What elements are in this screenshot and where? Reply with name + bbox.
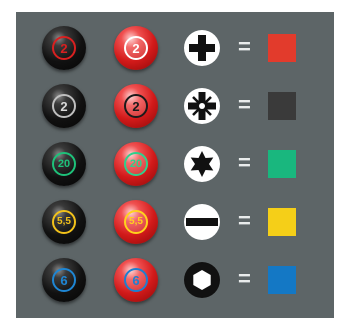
- color-swatch: [268, 92, 296, 120]
- torx-star-icon: [184, 146, 220, 182]
- size-badge: 6: [52, 268, 76, 292]
- size-badge: 2: [52, 94, 76, 118]
- phillips-cross-icon: [184, 30, 220, 66]
- equals-sign: =: [238, 34, 251, 59]
- legend-row: 6 6 =: [16, 256, 334, 306]
- hex-socket-icon: [184, 262, 220, 298]
- red-handle-cap: 6: [114, 258, 158, 302]
- equals-sign: =: [238, 150, 251, 175]
- color-swatch: [268, 266, 296, 294]
- red-handle-cap: 2: [114, 84, 158, 128]
- red-handle-cap: 20: [114, 142, 158, 186]
- pozidriv-star-icon: [184, 88, 220, 124]
- red-handle-cap: 5,5: [114, 200, 158, 244]
- black-handle-cap: 2: [42, 84, 86, 128]
- color-swatch: [268, 150, 296, 178]
- equals-sign: =: [238, 92, 251, 117]
- size-badge: 5,5: [124, 210, 148, 234]
- screwdriver-color-legend: 2 2 = 2 2 = 20 20 = 5,5 5,5 = 6 6 =: [16, 12, 334, 318]
- color-swatch: [268, 208, 296, 236]
- size-badge: 2: [124, 36, 148, 60]
- black-handle-cap: 2: [42, 26, 86, 70]
- black-handle-cap: 6: [42, 258, 86, 302]
- equals-sign: =: [238, 208, 251, 233]
- legend-row: 5,5 5,5 =: [16, 198, 334, 248]
- equals-sign: =: [238, 266, 251, 291]
- size-badge: 2: [52, 36, 76, 60]
- black-handle-cap: 20: [42, 142, 86, 186]
- size-badge: 5,5: [52, 210, 76, 234]
- legend-row: 20 20 =: [16, 140, 334, 190]
- legend-row: 2 2 =: [16, 82, 334, 132]
- slotted-line-icon: [184, 204, 220, 240]
- red-handle-cap: 2: [114, 26, 158, 70]
- legend-row: 2 2 =: [16, 24, 334, 74]
- size-badge: 20: [52, 152, 76, 176]
- size-badge: 20: [124, 152, 148, 176]
- color-swatch: [268, 34, 296, 62]
- size-badge: 2: [124, 94, 148, 118]
- size-badge: 6: [124, 268, 148, 292]
- black-handle-cap: 5,5: [42, 200, 86, 244]
